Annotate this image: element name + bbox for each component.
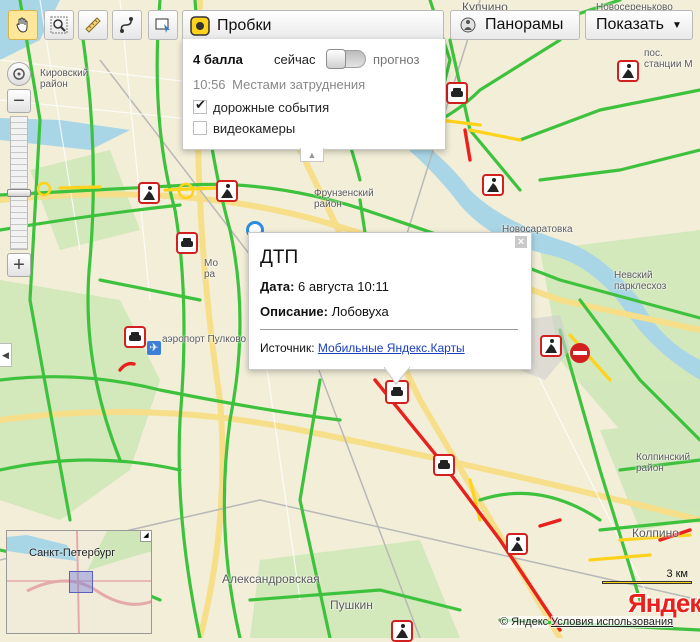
incident-source-label: Источник: (260, 341, 315, 355)
accident-marker-icon[interactable] (124, 326, 146, 348)
road-events-label: дорожные события (213, 100, 330, 115)
terms-link[interactable]: Условия использования (551, 616, 674, 628)
pan-control[interactable] (7, 62, 31, 86)
traffic-button[interactable]: Пробки (182, 10, 444, 40)
map-label-station: пос. станции М (644, 48, 693, 70)
minimap[interactable]: Санкт-Петербург ◢ (6, 530, 152, 634)
traffic-button-label: Пробки (217, 16, 272, 34)
route-tool-button[interactable] (112, 10, 142, 40)
now-forecast-toggle[interactable] (326, 49, 366, 69)
minimap-collapse-icon[interactable]: ◢ (140, 531, 151, 542)
map-label-kolpino-city: Колпино (632, 526, 679, 540)
hand-icon (16, 17, 28, 33)
compass-icon (13, 68, 25, 80)
traffic-forecast-label[interactable]: прогноз (373, 52, 419, 67)
roadworks-marker-icon[interactable] (391, 620, 413, 642)
ruler-tool-button[interactable] (78, 10, 108, 40)
road-events-checkbox-row[interactable]: ✔ дорожные события (193, 97, 330, 115)
map-label-kirovsky: Кировский район (40, 68, 89, 90)
traffic-panel: 4 балла сейчас прогноз 10:56 Местами зат… (182, 39, 446, 150)
popup-pointer (384, 367, 410, 385)
expand-sidebar-arrow-icon[interactable]: ◀ (0, 343, 12, 367)
yandex-logo[interactable]: Яндекс (628, 588, 700, 619)
print-tool-button[interactable] (148, 10, 178, 40)
panoramas-button-label: Панорамы (485, 16, 564, 33)
map-label-kolpino-district: Колпинский район (636, 452, 691, 474)
zoom-area-tool-button[interactable] (44, 10, 74, 40)
traffic-score: 4 балла (193, 52, 243, 67)
collapse-panel-icon[interactable]: ▲ (300, 148, 324, 162)
accident-marker-icon[interactable] (433, 454, 455, 476)
zoom-slider-handle[interactable] (7, 189, 31, 197)
map-label-nevsky: Невский парклесхоз (614, 270, 667, 292)
popup-divider (260, 329, 518, 330)
map-label-alexandrovskaya: Александровская (222, 572, 320, 586)
incident-date-label: Дата: (260, 279, 295, 294)
checkmark-icon: ✔ (195, 97, 206, 112)
cameras-label: видеокамеры (213, 121, 296, 136)
map-scale: 3 км (602, 568, 692, 586)
accident-marker-icon[interactable] (176, 232, 198, 254)
traffic-now-label: сейчас (274, 52, 316, 67)
incident-title: ДТП (260, 247, 299, 268)
map-label-frunzensky: Фрунзенский район (314, 188, 374, 210)
roadworks-marker-icon[interactable] (216, 180, 238, 202)
zoom-slider-track[interactable] (7, 116, 31, 250)
magnifier-icon (50, 16, 68, 34)
map-label-airport: аэропорт Пулково (162, 334, 247, 345)
incident-source-link[interactable]: Мобильные Яндекс.Карты (318, 341, 465, 355)
road-closed-marker-icon[interactable] (569, 342, 591, 364)
route-icon (120, 17, 133, 33)
incident-date-value: 6 августа 10:11 (298, 279, 389, 294)
show-layers-button[interactable]: Показать ▼ (585, 10, 693, 40)
drag-tool-button[interactable] (8, 10, 38, 40)
traffic-time: 10:56 (193, 77, 226, 92)
panoramas-button[interactable]: Панорамы (450, 10, 580, 40)
minimap-viewport[interactable] (69, 571, 93, 593)
plus-icon: + (13, 254, 25, 276)
map-pin-icon (155, 18, 170, 33)
toggle-knob[interactable] (326, 49, 346, 69)
zoom-out-button[interactable]: − (7, 89, 31, 113)
airport-icon: ✈ (147, 341, 161, 355)
chevron-down-icon: ▼ (672, 19, 682, 31)
scale-label: 3 км (666, 568, 688, 580)
roadworks-marker-icon[interactable] (482, 174, 504, 196)
close-popup-icon[interactable]: × (515, 236, 527, 248)
cameras-checkbox[interactable] (193, 121, 207, 135)
minus-icon: − (13, 90, 25, 112)
panorama-icon (460, 17, 476, 33)
ruler-icon (85, 17, 101, 33)
roadworks-marker-icon[interactable] (540, 335, 562, 357)
accident-marker-icon[interactable] (446, 82, 468, 104)
incident-desc-value: Лобовуха (331, 304, 389, 319)
zoom-in-button[interactable]: + (7, 253, 31, 277)
traffic-status: Местами затруднения (232, 77, 366, 92)
traffic-light-icon (190, 15, 210, 36)
scale-bar (602, 581, 692, 584)
cameras-checkbox-row[interactable]: видеокамеры (193, 121, 295, 136)
roadworks-marker-icon[interactable] (617, 60, 639, 82)
yandex-logo-text: Яндекс (628, 588, 700, 618)
copyright-text: © Яндекс (500, 616, 549, 628)
map-label-moskovsky: Мо ра (204, 258, 219, 280)
roadworks-marker-icon[interactable] (506, 533, 528, 555)
incident-desc-label: Описание: (260, 304, 328, 319)
map-label-pushkin: Пушкин (330, 598, 373, 612)
show-button-label: Показать (596, 16, 665, 33)
incident-popup: × ДТП Дата: 6 августа 10:11 Описание: Ло… (248, 232, 532, 370)
road-events-checkbox[interactable]: ✔ (193, 97, 207, 114)
minimap-city-label: Санкт-Петербург (29, 547, 116, 559)
roadworks-marker-icon[interactable] (138, 182, 160, 204)
